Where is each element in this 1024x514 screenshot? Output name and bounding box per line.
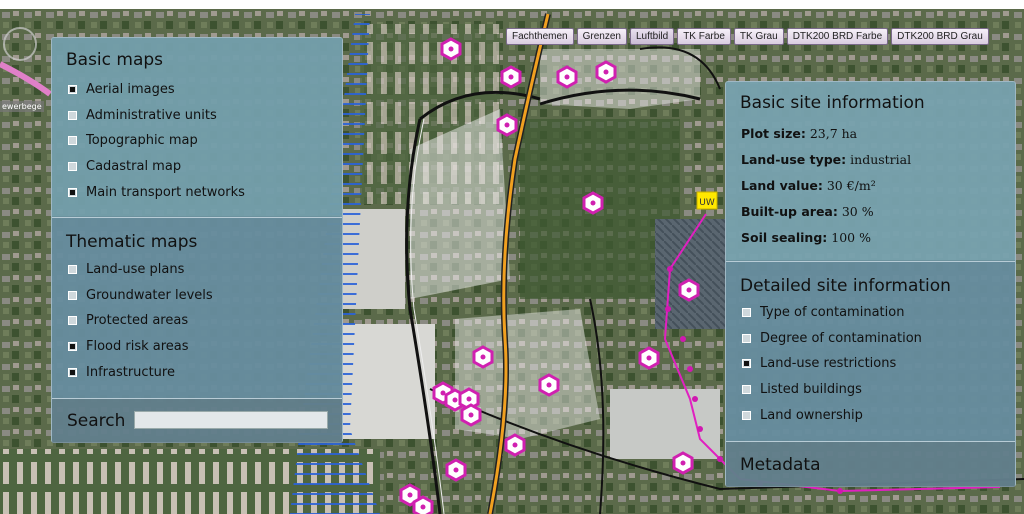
checkbox[interactable] bbox=[68, 291, 77, 300]
basic-maps-title: Basic maps bbox=[66, 50, 164, 70]
site-info-panel: Basic site information Plot size: 23,7 h… bbox=[725, 81, 1016, 487]
layer-label: Topographic map bbox=[86, 133, 198, 148]
tab-dtk200-grau[interactable]: DTK200 BRD Grau bbox=[891, 28, 989, 45]
info-label: Plot size: bbox=[741, 126, 806, 141]
checkbox[interactable] bbox=[742, 334, 751, 343]
layer-tabs: Fachthemen Grenzen Luftbild TK Farbe TK … bbox=[506, 28, 989, 45]
info-value: 100 % bbox=[831, 230, 871, 245]
detail-label: Listed buildings bbox=[760, 382, 862, 397]
checkbox[interactable] bbox=[742, 411, 751, 420]
tab-tk-grau[interactable]: TK Grau bbox=[733, 28, 784, 45]
info-value: 30 % bbox=[841, 204, 874, 219]
checkbox[interactable] bbox=[68, 85, 77, 94]
detail-degree-of-contamination[interactable]: Degree of contamination bbox=[742, 331, 922, 346]
checkbox[interactable] bbox=[68, 265, 77, 274]
layer-label: Main transport networks bbox=[86, 185, 245, 200]
layer-label: Land-use plans bbox=[86, 262, 185, 277]
map-layers-panel: Basic maps Aerial images Administrative … bbox=[51, 37, 343, 443]
info-built-up-area: Built-up area: 30 % bbox=[741, 204, 874, 219]
checkbox[interactable] bbox=[68, 316, 77, 325]
layer-cadastral-map[interactable]: Cadastral map bbox=[68, 159, 181, 174]
detail-label: Land ownership bbox=[760, 408, 863, 423]
layer-label: Cadastral map bbox=[86, 159, 182, 174]
basic-site-info-title: Basic site information bbox=[740, 93, 925, 113]
tab-fachthemen[interactable]: Fachthemen bbox=[506, 28, 574, 45]
info-land-value: Land value: 30 €/m² bbox=[741, 178, 876, 193]
layer-label: Infrastructure bbox=[86, 365, 175, 380]
info-value: 23,7 ha bbox=[809, 126, 858, 141]
metadata-title: Metadata bbox=[740, 455, 821, 475]
info-plot-size: Plot size: 23,7 ha bbox=[741, 126, 857, 141]
top-bar bbox=[0, 0, 1024, 9]
info-label: Land-use type: bbox=[741, 152, 847, 167]
layer-label: Protected areas bbox=[86, 313, 189, 328]
checkbox[interactable] bbox=[68, 188, 77, 197]
info-soil-sealing: Soil sealing: 100 % bbox=[741, 230, 871, 245]
info-label: Soil sealing: bbox=[741, 230, 828, 245]
thematic-maps-title: Thematic maps bbox=[66, 232, 198, 252]
checkbox[interactable] bbox=[742, 308, 751, 317]
info-label: Built-up area: bbox=[741, 204, 838, 219]
checkbox[interactable] bbox=[742, 385, 751, 394]
layer-label: Aerial images bbox=[86, 82, 175, 97]
info-land-use-type: Land-use type: industrial bbox=[741, 152, 911, 167]
basic-maps-section: Basic maps Aerial images Administrative … bbox=[52, 38, 342, 216]
layer-aerial-images[interactable]: Aerial images bbox=[68, 82, 175, 97]
detail-label: Land-use restrictions bbox=[760, 356, 897, 371]
tab-dtk200-farbe[interactable]: DTK200 BRD Farbe bbox=[786, 28, 889, 45]
layer-label: Administrative units bbox=[86, 108, 217, 123]
detail-label: Type of contamination bbox=[760, 305, 905, 320]
checkbox[interactable] bbox=[742, 359, 751, 368]
layer-label: Groundwater levels bbox=[86, 288, 213, 303]
tab-tk-farbe[interactable]: TK Farbe bbox=[677, 28, 731, 45]
detail-land-use-restrictions[interactable]: Land-use restrictions bbox=[742, 356, 896, 371]
info-label: Land value: bbox=[741, 178, 823, 193]
layer-flood-risk-areas[interactable]: Flood risk areas bbox=[68, 339, 189, 354]
layer-land-use-plans[interactable]: Land-use plans bbox=[68, 262, 184, 277]
checkbox[interactable] bbox=[68, 368, 77, 377]
layer-protected-areas[interactable]: Protected areas bbox=[68, 313, 188, 328]
uw-marker-label: UW bbox=[699, 198, 715, 208]
detail-land-ownership[interactable]: Land ownership bbox=[742, 408, 863, 423]
info-value: 30 €/m² bbox=[826, 178, 876, 193]
tab-grenzen[interactable]: Grenzen bbox=[576, 28, 627, 45]
layer-topographic-map[interactable]: Topographic map bbox=[68, 133, 198, 148]
search-label: Search bbox=[67, 411, 126, 431]
detailed-site-info-title: Detailed site information bbox=[740, 276, 951, 296]
checkbox[interactable] bbox=[68, 162, 77, 171]
detail-listed-buildings[interactable]: Listed buildings bbox=[742, 382, 862, 397]
layer-groundwater-levels[interactable]: Groundwater levels bbox=[68, 288, 213, 303]
layer-main-transport-networks[interactable]: Main transport networks bbox=[68, 185, 245, 200]
layer-administrative-units[interactable]: Administrative units bbox=[68, 108, 217, 123]
detail-type-of-contamination[interactable]: Type of contamination bbox=[742, 305, 904, 320]
basic-site-info-section: Basic site information Plot size: 23,7 h… bbox=[726, 82, 1015, 260]
map-place-label: ewerbege bbox=[0, 101, 44, 112]
detail-label: Degree of contamination bbox=[760, 331, 922, 346]
checkbox[interactable] bbox=[68, 342, 77, 351]
tab-luftbild[interactable]: Luftbild bbox=[629, 28, 675, 45]
layer-infrastructure[interactable]: Infrastructure bbox=[68, 365, 175, 380]
metadata-section[interactable]: Metadata bbox=[726, 441, 1015, 487]
checkbox[interactable] bbox=[68, 111, 77, 120]
search-input[interactable] bbox=[134, 411, 328, 429]
detailed-site-info-section: Detailed site information Type of contam… bbox=[726, 261, 1015, 441]
info-value: industrial bbox=[850, 152, 912, 167]
checkbox[interactable] bbox=[68, 136, 77, 145]
layer-label: Flood risk areas bbox=[86, 339, 189, 354]
thematic-maps-section: Thematic maps Land-use plans Groundwater… bbox=[52, 217, 342, 398]
